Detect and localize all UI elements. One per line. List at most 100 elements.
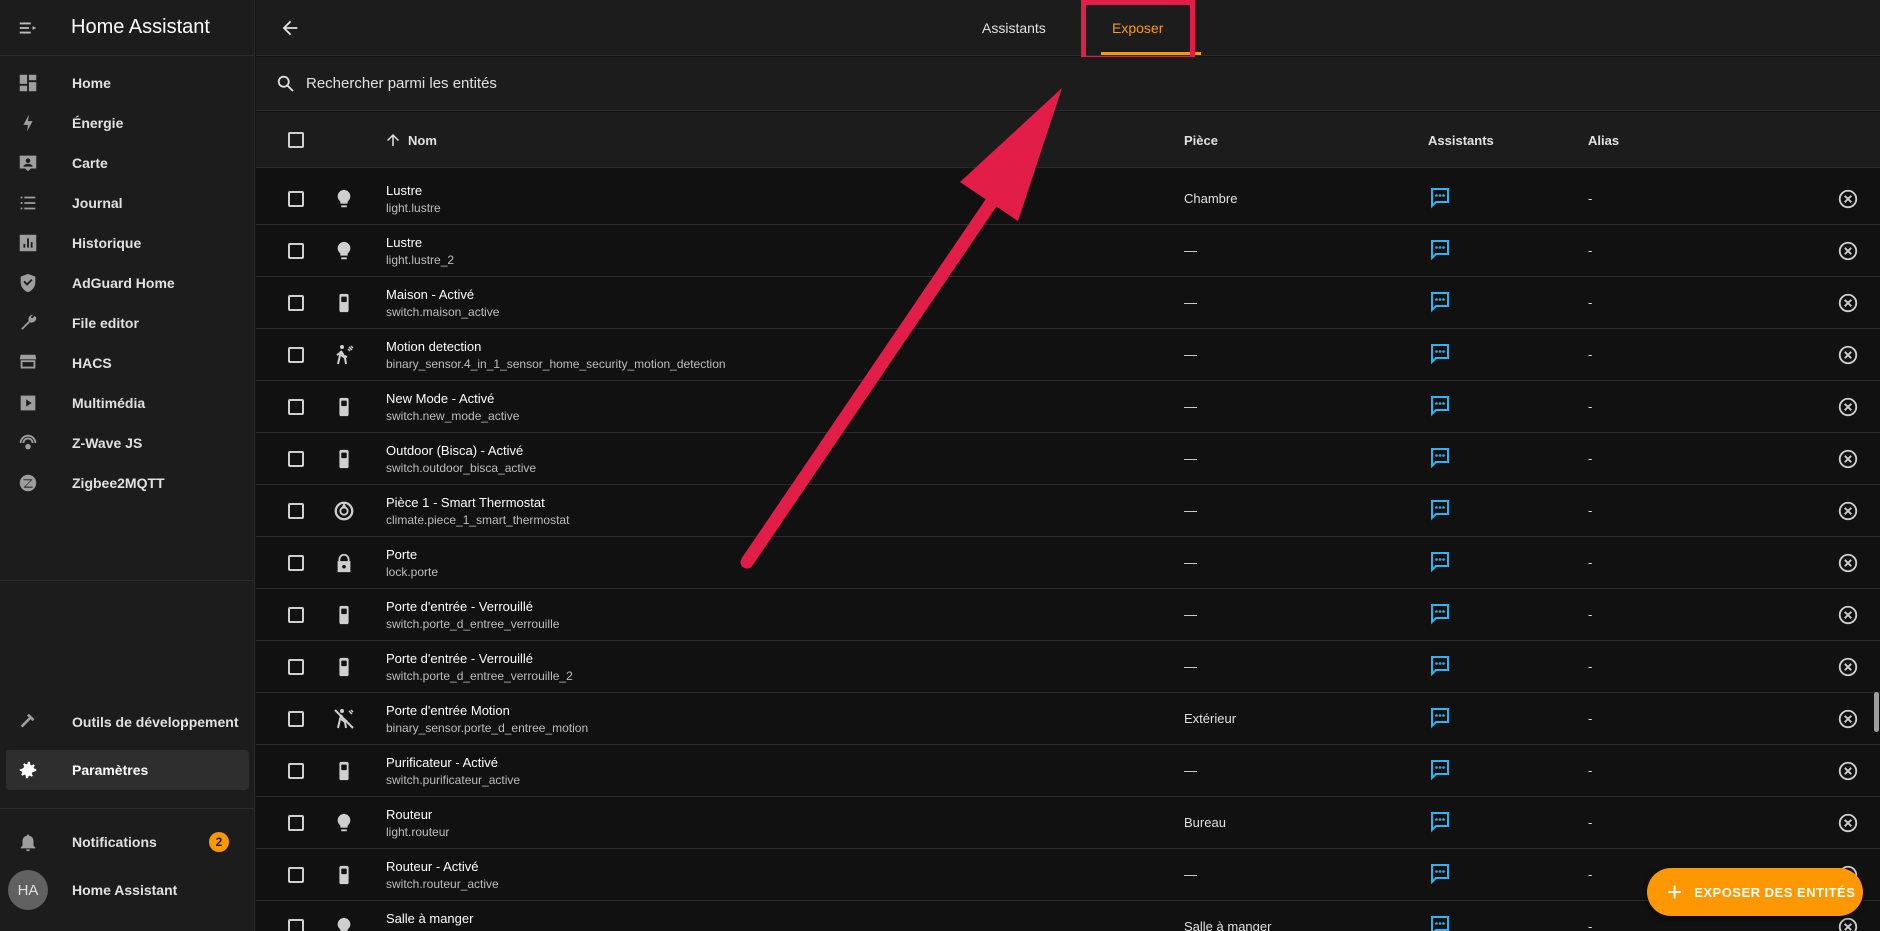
sidebar-item-dev-tools[interactable]: Outils de développement	[6, 702, 249, 742]
table-row[interactable]: Porte d'entrée - Verrouillé switch.porte_…	[256, 589, 1880, 641]
unexpose-close-icon[interactable]	[1837, 240, 1859, 262]
unexpose-close-icon[interactable]	[1837, 500, 1859, 522]
entity-id: switch.porte_d_entree_verrouille	[386, 617, 560, 631]
entity-room: —	[1184, 555, 1197, 570]
assist-chat-icon[interactable]	[1428, 238, 1452, 267]
column-header-alias[interactable]: Alias	[1588, 112, 1619, 168]
tab-exposer[interactable]: Exposer	[1112, 0, 1163, 56]
sidebar-item-multimedia[interactable]: Multimédia	[6, 383, 249, 423]
entity-room: —	[1184, 503, 1197, 518]
unexpose-close-icon[interactable]	[1837, 812, 1859, 834]
row-checkbox[interactable]	[288, 399, 304, 415]
row-checkbox[interactable]	[288, 295, 304, 311]
sidebar-item-user[interactable]: HA Home Assistant	[6, 870, 249, 910]
sidebar-item-home[interactable]: Home	[6, 63, 249, 103]
table-row[interactable]: Porte d'entrée Motion binary_sensor.porte…	[256, 693, 1880, 745]
entity-alias: -	[1588, 295, 1593, 310]
entity-name: Porte d'entrée Motion	[386, 703, 510, 718]
assist-chat-icon[interactable]	[1428, 862, 1452, 891]
sidebar-item-label: HACS	[72, 355, 112, 371]
menu-toggle-icon[interactable]	[0, 17, 56, 39]
row-checkbox[interactable]	[288, 555, 304, 571]
unexpose-close-icon[interactable]	[1837, 448, 1859, 470]
table-row[interactable]: Motion detection binary_sensor.4_in_1_sen…	[256, 329, 1880, 381]
sidebar-item-zigbee2mqtt[interactable]: Zigbee2MQTT	[6, 463, 249, 503]
sidebar-item-adguard[interactable]: AdGuard Home	[6, 263, 249, 303]
unexpose-close-icon[interactable]	[1837, 292, 1859, 314]
assist-chat-icon[interactable]	[1428, 186, 1452, 215]
unexpose-close-icon[interactable]	[1837, 916, 1859, 931]
sidebar-item-hacs[interactable]: HACS	[6, 343, 249, 383]
entity-name: Motion detection	[386, 339, 482, 354]
column-header-room[interactable]: Pièce	[1184, 112, 1218, 168]
table-row[interactable]: Pièce 1 - Smart Thermostat climate.piece_…	[256, 485, 1880, 537]
assist-chat-icon[interactable]	[1428, 394, 1452, 423]
table-row[interactable]: Purificateur - Activé switch.purificateur…	[256, 745, 1880, 797]
assist-chat-icon[interactable]	[1428, 290, 1452, 319]
table-row[interactable]: Porte d'entrée - Verrouillé switch.porte_…	[256, 641, 1880, 693]
unexpose-close-icon[interactable]	[1837, 760, 1859, 782]
sidebar-item-file-editor[interactable]: File editor	[6, 303, 249, 343]
unexpose-close-icon[interactable]	[1837, 188, 1859, 210]
table-row[interactable]: Maison - Activé switch.maison_active — -	[256, 277, 1880, 329]
back-arrow-icon[interactable]	[276, 14, 304, 42]
row-checkbox[interactable]	[288, 919, 304, 931]
sidebar-item-zwave[interactable]: Z-Wave JS	[6, 423, 249, 463]
column-header-name[interactable]: Nom	[384, 112, 437, 168]
table-row[interactable]: Routeur - Activé switch.routeur_active — -	[256, 849, 1880, 901]
row-checkbox[interactable]	[288, 711, 304, 727]
hammer-icon	[6, 711, 50, 733]
assist-chat-icon[interactable]	[1428, 602, 1452, 631]
assist-chat-icon[interactable]	[1428, 498, 1452, 527]
select-all-checkbox[interactable]	[288, 132, 304, 148]
table-row[interactable]: Lustre light.lustre_2 — -	[256, 225, 1880, 277]
tab-assistants[interactable]: Assistants	[982, 0, 1046, 56]
unexpose-close-icon[interactable]	[1837, 604, 1859, 626]
row-checkbox[interactable]	[288, 503, 304, 519]
row-checkbox[interactable]	[288, 347, 304, 363]
sidebar-item-historique[interactable]: Historique	[6, 223, 249, 263]
row-checkbox[interactable]	[288, 607, 304, 623]
assist-chat-icon[interactable]	[1428, 810, 1452, 839]
unexpose-close-icon[interactable]	[1837, 552, 1859, 574]
unexpose-close-icon[interactable]	[1837, 708, 1859, 730]
row-checkbox[interactable]	[288, 815, 304, 831]
assist-chat-icon[interactable]	[1428, 706, 1452, 735]
entity-table-body: les alexiens Lustrelight.lustreChambre-L…	[256, 173, 1880, 931]
sidebar-item-settings[interactable]: Paramètres	[6, 750, 249, 790]
table-row[interactable]: Lustre light.lustre Chambre -	[256, 173, 1880, 225]
sidebar-item-carte[interactable]: Carte	[6, 143, 249, 183]
entity-name: Lustre	[386, 235, 423, 250]
table-row[interactable]: Outdoor (Bisca) - Activé switch.outdoor_b…	[256, 433, 1880, 485]
table-row[interactable]: Salle à manger Salle à manger -	[256, 901, 1880, 931]
scrollbar-thumb[interactable]	[1874, 692, 1879, 732]
search-input[interactable]	[306, 75, 906, 92]
entity-room: Chambre	[1184, 191, 1238, 206]
entity-name: Outdoor (Bisca) - Activé	[386, 443, 524, 458]
unexpose-close-icon[interactable]	[1837, 656, 1859, 678]
sidebar-item-notifications[interactable]: Notifications 2	[6, 822, 249, 862]
assist-chat-icon[interactable]	[1428, 758, 1452, 787]
assist-chat-icon[interactable]	[1428, 914, 1452, 931]
expose-entities-button[interactable]: + EXPOSER DES ENTITÉS	[1647, 868, 1863, 916]
column-header-assistants[interactable]: Assistants	[1428, 112, 1494, 168]
row-checkbox[interactable]	[288, 451, 304, 467]
sidebar-item-label: Z-Wave JS	[72, 435, 143, 451]
table-row[interactable]: Porte lock.porte — -	[256, 537, 1880, 589]
table-row[interactable]: New Mode - Activé switch.new_mode_active —…	[256, 381, 1880, 433]
row-checkbox[interactable]	[288, 659, 304, 675]
sidebar-item-energie[interactable]: Énergie	[6, 103, 249, 143]
row-checkbox[interactable]	[288, 867, 304, 883]
assist-chat-icon[interactable]	[1428, 654, 1452, 683]
assist-chat-icon[interactable]	[1428, 342, 1452, 371]
unexpose-close-icon[interactable]	[1837, 396, 1859, 418]
assist-chat-icon[interactable]	[1428, 550, 1452, 579]
row-checkbox[interactable]	[288, 763, 304, 779]
unexpose-close-icon[interactable]	[1837, 344, 1859, 366]
table-row[interactable]: Routeur light.routeur Bureau -	[256, 797, 1880, 849]
assist-chat-icon[interactable]	[1428, 446, 1452, 475]
entity-id: switch.purificateur_active	[386, 773, 521, 787]
row-checkbox[interactable]	[288, 191, 304, 207]
row-checkbox[interactable]	[288, 243, 304, 259]
sidebar-item-journal[interactable]: Journal	[6, 183, 249, 223]
